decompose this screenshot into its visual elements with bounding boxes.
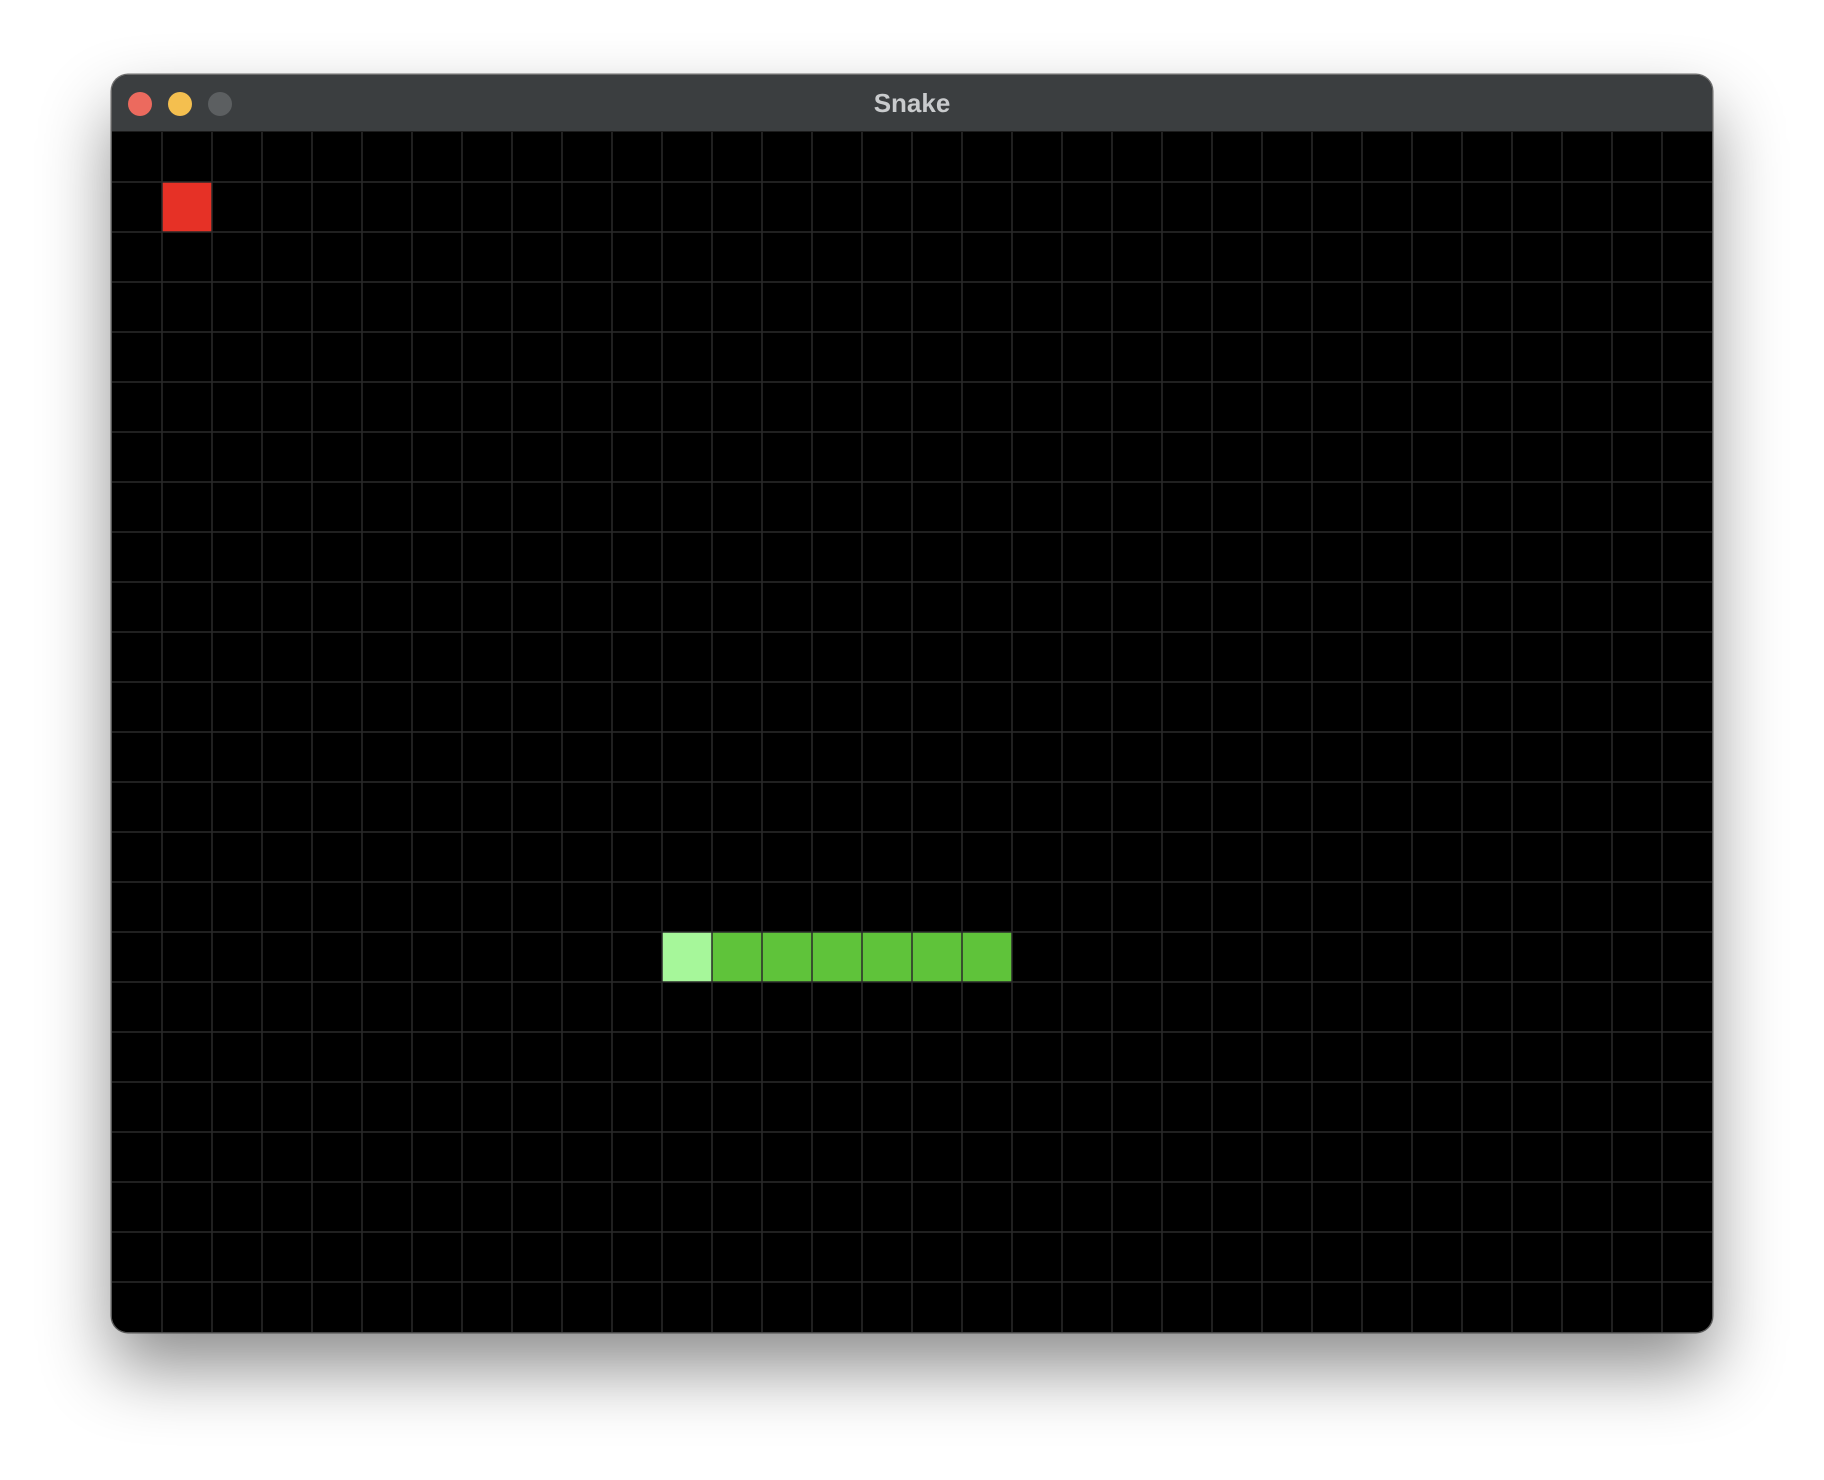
snake-body-segment [762,932,812,982]
food-cell [162,182,212,232]
window-title: Snake [873,88,951,118]
snake-body-segment [962,932,1012,982]
game-board[interactable] [112,132,1712,1332]
snake-body-segment [862,932,912,982]
snake-body-segment [912,932,962,982]
game-window: Snake [112,75,1712,1332]
snake-body-segment [812,932,862,982]
snake-head [662,932,712,982]
snake-body-segment [712,932,762,982]
game-board-canvas [112,132,1712,1332]
title-bar[interactable]: Snake [112,75,1712,132]
